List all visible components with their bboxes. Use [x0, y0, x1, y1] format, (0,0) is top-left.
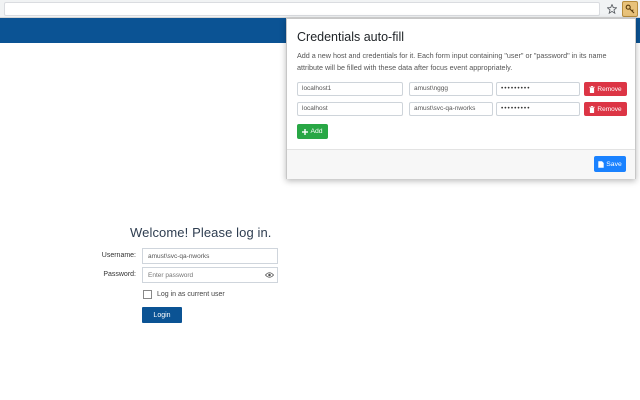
add-label: Add [310, 128, 323, 135]
host-input[interactable]: localhost [297, 102, 403, 116]
username-input[interactable] [142, 248, 278, 264]
login-title: Welcome! Please log in. [130, 225, 272, 240]
plus-icon [302, 128, 309, 135]
popup-footer: Save [287, 149, 635, 179]
remove-label: Remove [597, 105, 622, 113]
password-input[interactable]: ••••••••• [496, 82, 580, 96]
host-input[interactable]: localhost1 [297, 82, 403, 96]
password-label: Password: [103, 271, 136, 278]
key-icon [625, 4, 635, 14]
credentials-popup: Credentials auto-fill Add a new host and… [286, 18, 636, 179]
remove-button[interactable]: Remove [584, 102, 627, 116]
add-button[interactable]: Add [297, 124, 328, 139]
file-icon [598, 160, 604, 168]
save-button[interactable]: Save [594, 156, 626, 172]
star-icon [607, 4, 617, 14]
credentials-extension-button[interactable] [622, 1, 638, 17]
address-bar[interactable] [4, 2, 600, 16]
browser-toolbar [0, 0, 640, 18]
save-label: Save [606, 160, 622, 168]
password-input[interactable] [142, 267, 278, 283]
password-input[interactable]: ••••••••• [496, 102, 580, 116]
popup-title: Credentials auto-fill [297, 30, 404, 44]
remove-button[interactable]: Remove [584, 82, 627, 96]
user-input[interactable]: amust\nggg [409, 82, 493, 96]
remove-label: Remove [597, 85, 622, 93]
trash-icon [589, 105, 596, 113]
login-as-current-user-checkbox[interactable] [143, 290, 152, 299]
user-input[interactable]: amust\svc-qa-nworks [409, 102, 493, 116]
eye-icon[interactable] [265, 271, 274, 279]
login-button[interactable]: Login [142, 307, 182, 323]
username-label: Username: [101, 252, 136, 259]
bookmark-star-button[interactable] [604, 1, 620, 17]
login-as-current-user-label: Log in as current user [157, 291, 225, 298]
trash-icon [589, 85, 596, 93]
popup-description: Add a new host and credentials for it. E… [297, 51, 607, 72]
